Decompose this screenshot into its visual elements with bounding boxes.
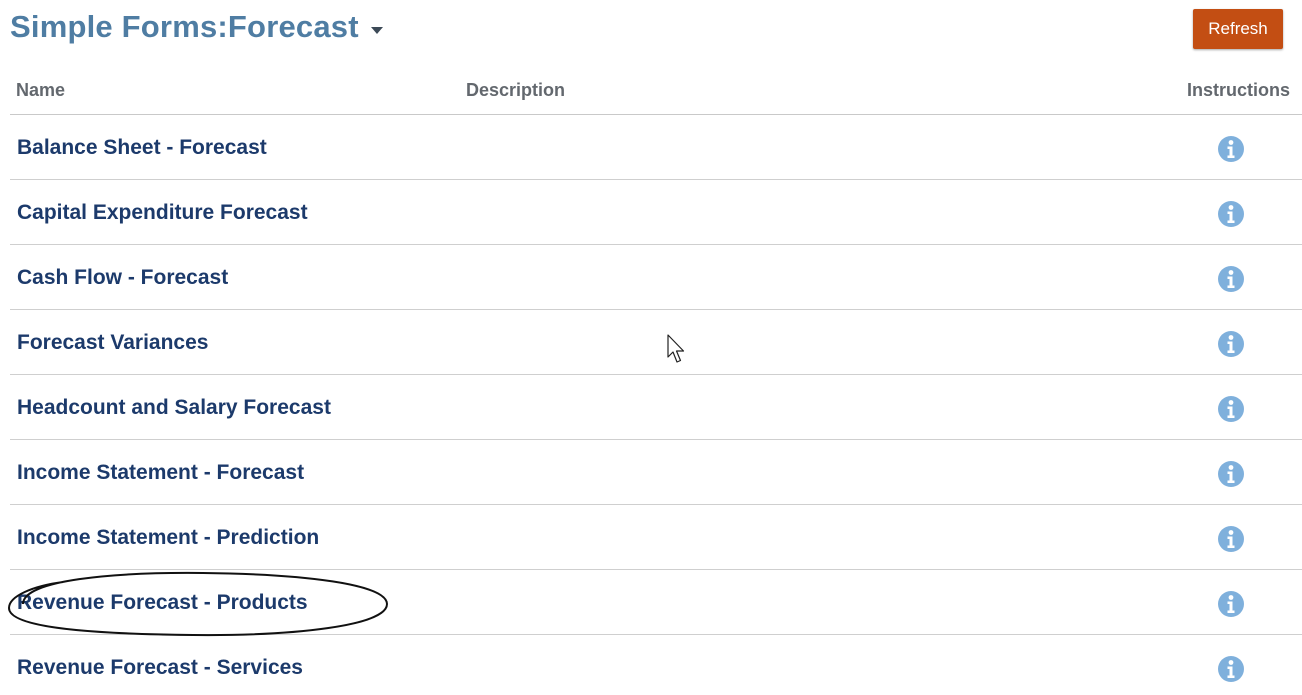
info-icon[interactable] <box>1217 525 1245 553</box>
table-row: Cash Flow - Forecast <box>10 245 1302 310</box>
info-icon[interactable] <box>1217 590 1245 618</box>
form-link[interactable]: Headcount and Salary Forecast <box>17 396 331 420</box>
table-row: Income Statement - Prediction <box>10 505 1302 570</box>
refresh-button[interactable]: Refresh <box>1193 9 1283 49</box>
table-row: Revenue Forecast - Products <box>10 570 1302 635</box>
info-icon[interactable] <box>1217 395 1245 423</box>
table-row: Revenue Forecast - Services <box>10 635 1302 695</box>
column-header-description: Description <box>466 80 566 100</box>
form-link[interactable]: Revenue Forecast - Products <box>17 591 308 615</box>
form-link[interactable]: Capital Expenditure Forecast <box>17 201 308 225</box>
forms-page: Simple Forms:Forecast Refresh Name Descr… <box>0 0 1302 695</box>
info-icon[interactable] <box>1217 135 1245 163</box>
info-icon[interactable] <box>1217 265 1245 293</box>
info-icon[interactable] <box>1217 330 1245 358</box>
column-header-instructions: Instructions <box>1186 80 1290 100</box>
form-link[interactable]: Forecast Variances <box>17 331 208 355</box>
form-link[interactable]: Balance Sheet - Forecast <box>17 136 267 160</box>
table-row: Capital Expenditure Forecast <box>10 180 1302 245</box>
form-link[interactable]: Income Statement - Forecast <box>17 461 304 485</box>
forms-table: Balance Sheet - Forecast Capital Expendi… <box>10 115 1302 695</box>
page-title: Simple Forms:Forecast <box>10 9 359 44</box>
form-link[interactable]: Revenue Forecast - Services <box>17 656 303 680</box>
table-row: Balance Sheet - Forecast <box>10 115 1302 180</box>
caret-down-icon[interactable] <box>370 26 383 34</box>
table-row: Headcount and Salary Forecast <box>10 375 1302 440</box>
table-row: Forecast Variances <box>10 310 1302 375</box>
form-link[interactable]: Income Statement - Prediction <box>17 526 319 550</box>
page-header: Simple Forms:Forecast <box>10 6 383 48</box>
column-header-name: Name <box>16 80 66 100</box>
info-icon[interactable] <box>1217 200 1245 228</box>
table-header: Name Description Instructions <box>10 70 1302 115</box>
info-icon[interactable] <box>1217 460 1245 488</box>
info-icon[interactable] <box>1217 655 1245 683</box>
table-row: Income Statement - Forecast <box>10 440 1302 505</box>
form-link[interactable]: Cash Flow - Forecast <box>17 266 228 290</box>
